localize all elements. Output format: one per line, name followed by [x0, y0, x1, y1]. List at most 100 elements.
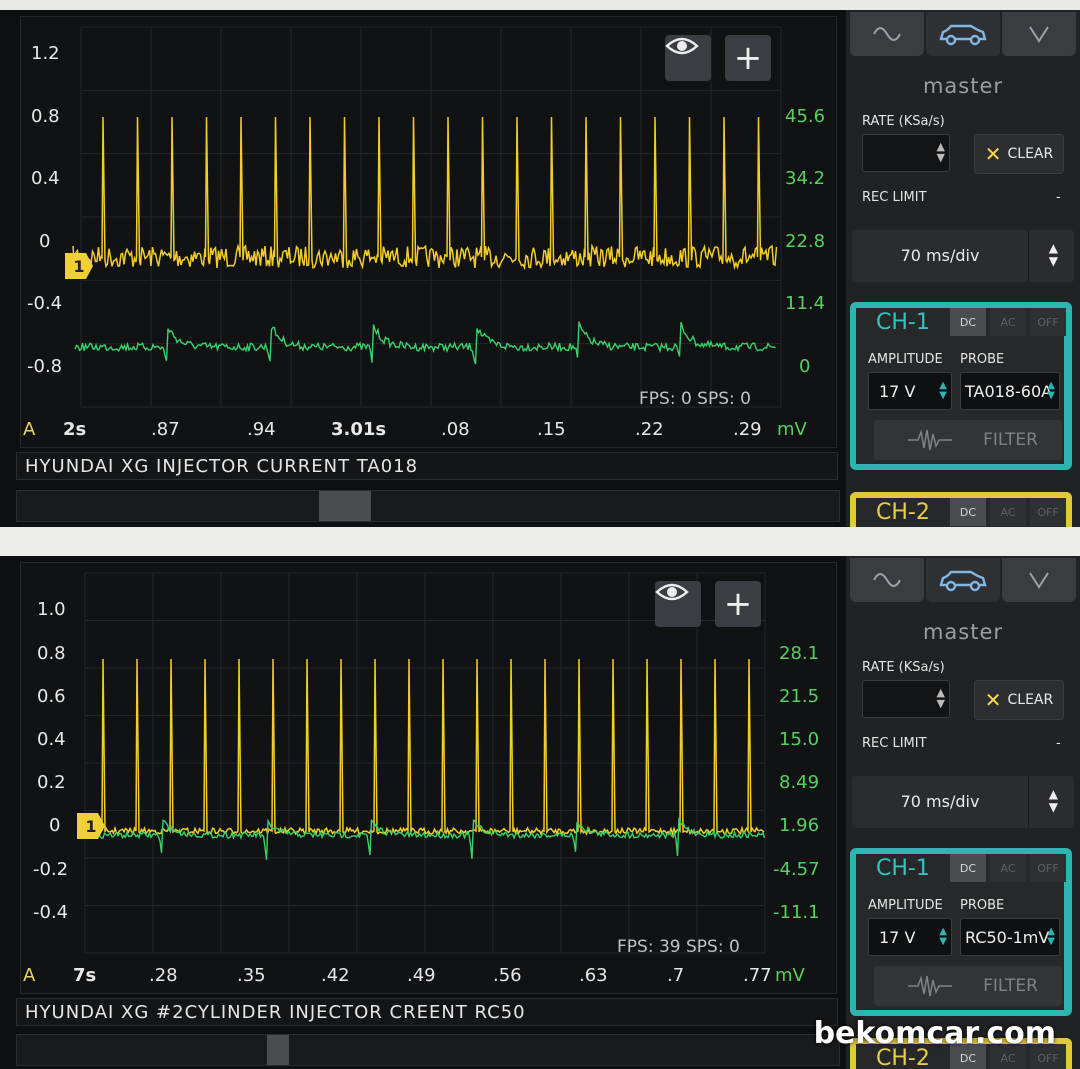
probe-select[interactable]: TA018-60A ▲ ▼	[960, 372, 1060, 410]
plus-icon: +	[733, 38, 763, 78]
ch1-name: CH-1	[876, 856, 930, 881]
scope-display-1[interactable]: 1.2 0.8 0.4 0 -0.4 -0.8 45.6 34.2 22.8 1…	[20, 16, 837, 448]
scope-panel-2: 1.0 0.8 0.6 0.4 0.2 0 -0.2 -0.4 28.1 21.…	[0, 556, 1080, 1069]
chevron-down-icon	[1029, 26, 1049, 43]
coupling-dc[interactable]: DC	[950, 854, 986, 882]
mode-tabs	[850, 12, 1076, 56]
control-sidebar: master RATE (KSa/s) ▲ ▼ ✕ CLEAR REC LIMIT …	[846, 556, 1080, 1069]
left-unit: A	[23, 965, 36, 986]
time-label: .63	[579, 965, 608, 986]
filter-button[interactable]: FILTER	[874, 420, 1062, 460]
coupling-off[interactable]: OFF	[1030, 498, 1066, 526]
probe-label: PROBE	[960, 352, 1005, 367]
left-axis-label: -0.4	[27, 293, 63, 314]
plus-icon: +	[723, 584, 753, 624]
tab-waveform[interactable]	[850, 12, 924, 56]
time-label: .42	[321, 965, 350, 986]
right-unit: mV	[775, 965, 805, 986]
left-axis-label: 0.6	[37, 686, 66, 707]
tab-vehicle[interactable]	[926, 12, 1000, 56]
grid-lines	[84, 572, 766, 954]
ch1-name: CH-1	[876, 310, 930, 335]
coupling-off[interactable]: OFF	[1030, 308, 1066, 336]
ch1-trace	[72, 116, 778, 271]
time-label: .7	[667, 965, 685, 986]
coupling-dc[interactable]: DC	[950, 308, 986, 336]
scrollbar-thumb[interactable]	[267, 1035, 289, 1065]
coupling-ac[interactable]: AC	[990, 498, 1026, 526]
sine-wave-icon	[873, 573, 901, 587]
eye-button[interactable]	[665, 35, 711, 81]
master-label: master	[922, 620, 1004, 644]
left-axis-label: 0.2	[37, 772, 66, 793]
timeline-scrollbar[interactable]	[16, 490, 840, 522]
time-label: .56	[493, 965, 522, 986]
left-axis-label: -0.4	[33, 902, 69, 923]
control-sidebar: master RATE (KSa/s) ▲ ▼ ✕ CLEAR REC LIMIT …	[846, 10, 1080, 527]
mode-tabs	[850, 558, 1076, 602]
panel-separator	[0, 527, 1080, 556]
filter-wave-icon	[908, 429, 952, 451]
coupling-ac[interactable]: AC	[990, 854, 1026, 882]
rate-stepper[interactable]: ▲ ▼	[862, 680, 950, 718]
rec-limit-label: REC LIMIT	[862, 190, 927, 205]
rate-stepper[interactable]: ▲ ▼	[862, 134, 950, 172]
ch2-trace	[74, 321, 776, 365]
time-label: 7s	[73, 965, 97, 986]
waveform-canvas-2	[84, 572, 766, 954]
time-label: .35	[237, 965, 266, 986]
amplitude-value: 17 V	[879, 928, 916, 947]
left-axis-label: 0.4	[37, 729, 66, 750]
time-label: .22	[635, 419, 664, 440]
top-edge	[0, 0, 1080, 10]
add-button[interactable]: +	[715, 581, 761, 627]
left-unit: A	[23, 419, 36, 440]
ch2-config: CH-2 DC AC OFF	[850, 492, 1072, 527]
coupling-dc[interactable]: DC	[950, 498, 986, 526]
tab-vehicle[interactable]	[926, 558, 1000, 602]
add-button[interactable]: +	[725, 35, 771, 81]
probe-value: TA018-60A	[965, 382, 1053, 401]
time-div-selector[interactable]: 70 ms/div ▲ ▼	[852, 230, 1074, 282]
right-axis-label: 1.96	[779, 815, 820, 836]
rec-limit-value: -	[1056, 736, 1061, 751]
fps-readout: FPS: 0 SPS: 0	[639, 389, 751, 409]
filter-label: FILTER	[983, 430, 1038, 450]
timeline-scrollbar[interactable]	[16, 1034, 840, 1066]
amplitude-label: AMPLITUDE	[868, 352, 943, 367]
ch2-name: CH-2	[876, 500, 930, 525]
coupling-ac[interactable]: AC	[990, 308, 1026, 336]
clear-button[interactable]: ✕ CLEAR	[974, 680, 1064, 720]
time-div-selector[interactable]: 70 ms/div ▲ ▼	[852, 776, 1074, 828]
scope-display-2[interactable]: 1.0 0.8 0.6 0.4 0.2 0 -0.2 -0.4 28.1 21.…	[20, 562, 837, 994]
right-axis-label: 34.2	[785, 168, 826, 189]
amplitude-select[interactable]: 17 V ▲ ▼	[868, 372, 952, 410]
probe-select[interactable]: RC50-1mV ▲ ▼	[960, 918, 1060, 956]
coupling-off[interactable]: OFF	[1030, 854, 1066, 882]
rate-label: RATE (KSa/s)	[862, 114, 945, 129]
ch1-config: CH-1 DC AC OFF AMPLITUDE PROBE 17 V ▲ ▼ TA…	[850, 302, 1072, 470]
tab-collapse[interactable]	[1002, 558, 1076, 602]
close-icon: ✕	[984, 688, 1002, 712]
capture-title: HYUNDAI XG #2CYLINDER INJECTOR CREENT RC…	[16, 998, 838, 1026]
scrollbar-thumb[interactable]	[319, 491, 371, 521]
left-axis-label: -0.8	[27, 356, 63, 377]
amplitude-select[interactable]: 17 V ▲ ▼	[868, 918, 952, 956]
clear-label: CLEAR	[1007, 146, 1054, 162]
clear-button[interactable]: ✕ CLEAR	[974, 134, 1064, 174]
tab-waveform[interactable]	[850, 558, 924, 602]
rec-limit-value: -	[1056, 190, 1061, 205]
time-label: .94	[247, 419, 276, 440]
time-div-value: 70 ms/div	[900, 246, 980, 265]
left-axis-label: 0	[49, 815, 61, 836]
tab-collapse[interactable]	[1002, 12, 1076, 56]
capture-title: HYUNDAI XG INJECTOR CURRENT TA018	[16, 452, 838, 480]
time-label: .29	[733, 419, 762, 440]
fps-readout: FPS: 39 SPS: 0	[617, 937, 740, 957]
eye-button[interactable]	[655, 581, 701, 627]
time-label: .49	[407, 965, 436, 986]
time-label: 2s	[63, 419, 87, 440]
filter-button[interactable]: FILTER	[874, 966, 1062, 1006]
close-icon: ✕	[984, 142, 1002, 166]
probe-label: PROBE	[960, 898, 1005, 913]
